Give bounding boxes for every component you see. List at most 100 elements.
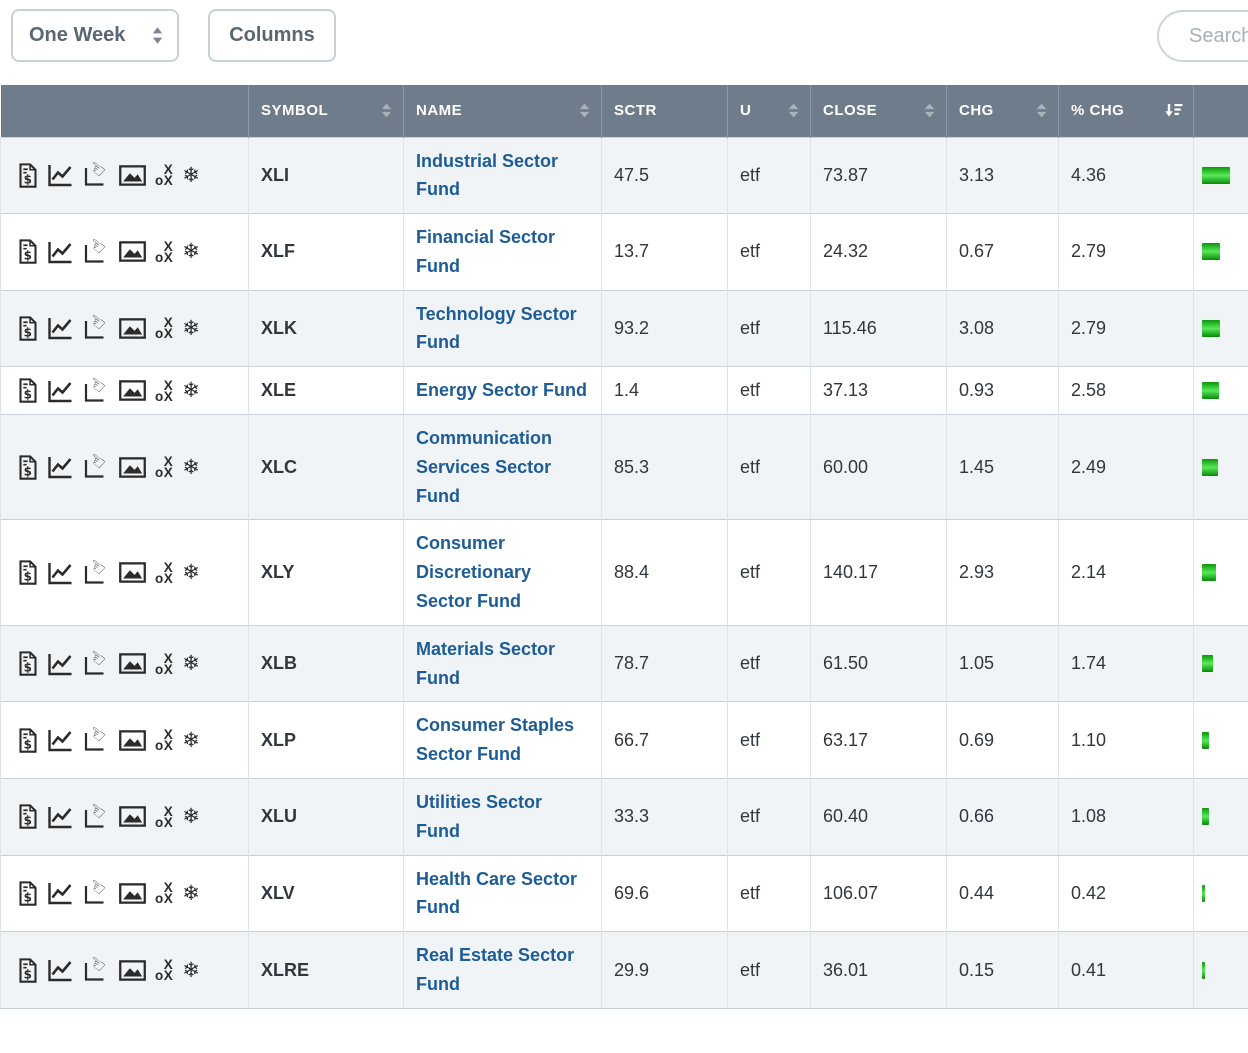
- sharpchart-icon[interactable]: [47, 316, 74, 340]
- sort-descending-icon[interactable]: [1164, 103, 1183, 118]
- fund-name-link[interactable]: Communication Services Sector Fund: [416, 424, 589, 510]
- point-and-figure-icon[interactable]: XoX: [155, 806, 173, 828]
- svg-text:$: $: [24, 388, 32, 402]
- symbol-summary-icon[interactable]: $: [18, 651, 38, 676]
- fund-name-link[interactable]: Technology Sector Fund: [416, 300, 589, 358]
- header-close[interactable]: CLOSE: [811, 85, 947, 137]
- point-and-figure-icon[interactable]: XoX: [155, 164, 173, 186]
- symbol-summary-icon[interactable]: $: [18, 958, 38, 983]
- period-select[interactable]: One Week: [11, 9, 179, 62]
- svg-text:$: $: [24, 570, 32, 584]
- seasonality-icon[interactable]: ❄: [182, 380, 200, 401]
- symbol-summary-icon[interactable]: $: [18, 316, 38, 341]
- symbol-summary-icon[interactable]: $: [18, 455, 38, 480]
- fund-name-link[interactable]: Consumer Staples Sector Fund: [416, 711, 589, 769]
- table-row: $ ☜: [1, 855, 1248, 932]
- gallery-view-icon[interactable]: [119, 562, 146, 583]
- fund-name-link[interactable]: Utilities Sector Fund: [416, 788, 589, 846]
- header-symbol[interactable]: SYMBOL: [249, 85, 404, 137]
- interactive-chart-icon[interactable]: ☜: [83, 881, 110, 905]
- sharpchart-icon[interactable]: [47, 805, 74, 829]
- sort-arrows-icon[interactable]: [787, 103, 800, 118]
- header-name[interactable]: NAME: [404, 85, 602, 137]
- seasonality-icon[interactable]: ❄: [182, 806, 200, 827]
- seasonality-icon[interactable]: ❄: [182, 457, 200, 478]
- table-row: $ ☜: [1, 625, 1248, 702]
- columns-button[interactable]: Columns: [208, 9, 336, 62]
- gallery-view-icon[interactable]: [119, 318, 146, 339]
- interactive-chart-icon[interactable]: ☜: [83, 652, 110, 676]
- fund-name-link[interactable]: Materials Sector Fund: [416, 635, 589, 693]
- sharpchart-icon[interactable]: [47, 163, 74, 187]
- symbol-summary-icon[interactable]: $: [18, 560, 38, 585]
- symbol-summary-icon[interactable]: $: [18, 881, 38, 906]
- gallery-view-icon[interactable]: [119, 883, 146, 904]
- symbol-summary-icon[interactable]: $: [18, 728, 38, 753]
- seasonality-icon[interactable]: ❄: [182, 318, 200, 339]
- seasonality-icon[interactable]: ❄: [182, 960, 200, 981]
- point-and-figure-icon[interactable]: XoX: [155, 729, 173, 751]
- sctr-cell: 47.5: [602, 137, 728, 214]
- gallery-view-icon[interactable]: [119, 457, 146, 478]
- interactive-chart-icon[interactable]: ☜: [83, 163, 110, 187]
- interactive-chart-icon[interactable]: ☜: [83, 316, 110, 340]
- point-and-figure-icon[interactable]: XoX: [155, 241, 173, 263]
- gallery-view-icon[interactable]: [119, 960, 146, 981]
- sort-arrows-icon[interactable]: [578, 103, 591, 118]
- sharpchart-icon[interactable]: [47, 652, 74, 676]
- gallery-view-icon[interactable]: [119, 653, 146, 674]
- search-input[interactable]: [1157, 10, 1248, 62]
- gallery-view-icon[interactable]: [119, 806, 146, 827]
- point-and-figure-icon[interactable]: XoX: [155, 653, 173, 675]
- gallery-view-icon[interactable]: [119, 380, 146, 401]
- gallery-view-icon[interactable]: [119, 241, 146, 262]
- sort-arrows-icon[interactable]: [380, 103, 393, 118]
- seasonality-icon[interactable]: ❄: [182, 730, 200, 751]
- fund-name-link[interactable]: Energy Sector Fund: [416, 376, 587, 405]
- sharpchart-icon[interactable]: [47, 561, 74, 585]
- gallery-view-icon[interactable]: [119, 165, 146, 186]
- seasonality-icon[interactable]: ❄: [182, 653, 200, 674]
- interactive-chart-icon[interactable]: ☜: [83, 958, 110, 982]
- sharpchart-icon[interactable]: [47, 455, 74, 479]
- interactive-chart-icon[interactable]: ☜: [83, 379, 110, 403]
- interactive-chart-icon[interactable]: ☜: [83, 455, 110, 479]
- header-chg[interactable]: CHG: [947, 85, 1059, 137]
- sharpchart-icon[interactable]: [47, 379, 74, 403]
- fund-name-link[interactable]: Consumer Discretionary Sector Fund: [416, 529, 589, 615]
- sharpchart-icon[interactable]: [47, 728, 74, 752]
- sharpchart-icon[interactable]: [47, 881, 74, 905]
- fund-name-link[interactable]: Real Estate Sector Fund: [416, 941, 589, 999]
- interactive-chart-icon[interactable]: ☜: [83, 805, 110, 829]
- seasonality-icon[interactable]: ❄: [182, 241, 200, 262]
- seasonality-icon[interactable]: ❄: [182, 883, 200, 904]
- point-and-figure-icon[interactable]: XoX: [155, 380, 173, 402]
- svg-text:$: $: [24, 172, 32, 186]
- point-and-figure-icon[interactable]: XoX: [155, 562, 173, 584]
- symbol-summary-icon[interactable]: $: [18, 163, 38, 188]
- chg-cell: 0.66: [947, 779, 1059, 856]
- interactive-chart-icon[interactable]: ☜: [83, 728, 110, 752]
- symbol-summary-icon[interactable]: $: [18, 239, 38, 264]
- point-and-figure-icon[interactable]: XoX: [155, 959, 173, 981]
- point-and-figure-icon[interactable]: XoX: [155, 456, 173, 478]
- fund-name-link[interactable]: Financial Sector Fund: [416, 223, 589, 281]
- fund-name-link[interactable]: Health Care Sector Fund: [416, 865, 589, 923]
- point-and-figure-icon[interactable]: XoX: [155, 317, 173, 339]
- chg-cell: 0.69: [947, 702, 1059, 779]
- symbol-summary-icon[interactable]: $: [18, 804, 38, 829]
- sort-arrows-icon[interactable]: [1035, 103, 1048, 118]
- sort-arrows-icon[interactable]: [923, 103, 936, 118]
- sharpchart-icon[interactable]: [47, 240, 74, 264]
- symbol-summary-icon[interactable]: $: [18, 378, 38, 403]
- sharpchart-icon[interactable]: [47, 958, 74, 982]
- gallery-view-icon[interactable]: [119, 730, 146, 751]
- seasonality-icon[interactable]: ❄: [182, 165, 200, 186]
- interactive-chart-icon[interactable]: ☜: [83, 561, 110, 585]
- point-and-figure-icon[interactable]: XoX: [155, 882, 173, 904]
- seasonality-icon[interactable]: ❄: [182, 562, 200, 583]
- interactive-chart-icon[interactable]: ☜: [83, 240, 110, 264]
- header-pct-chg[interactable]: % CHG: [1059, 85, 1194, 137]
- header-u[interactable]: U: [728, 85, 811, 137]
- fund-name-link[interactable]: Industrial Sector Fund: [416, 147, 589, 205]
